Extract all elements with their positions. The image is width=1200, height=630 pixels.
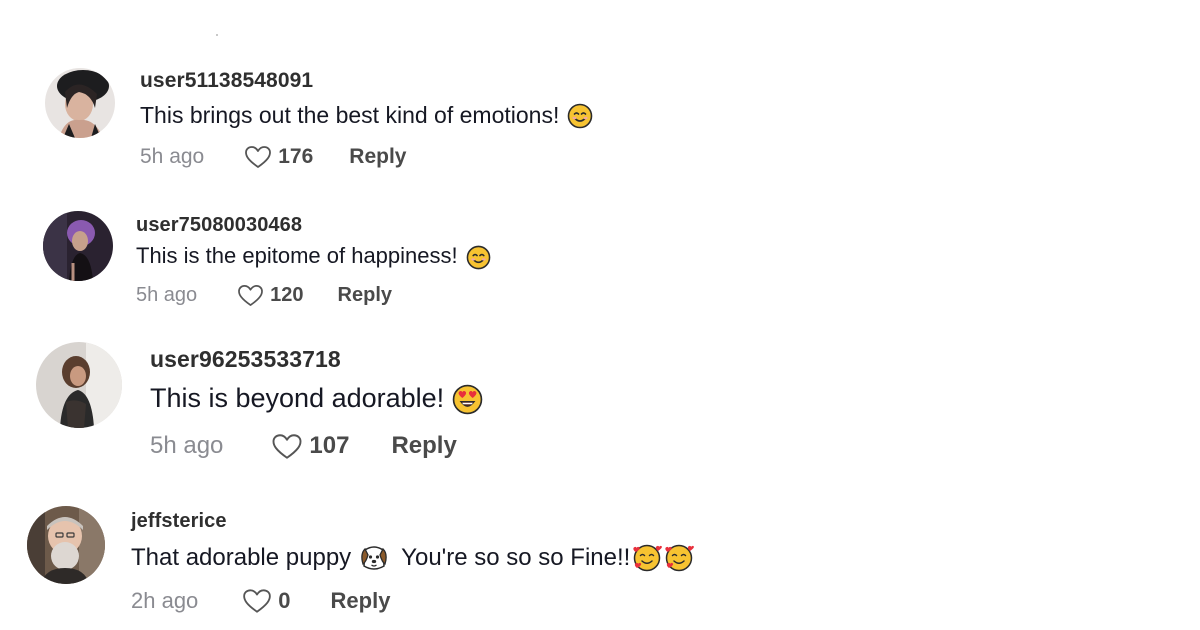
reply-button[interactable]: Reply — [338, 284, 392, 307]
like-count: 107 — [309, 432, 350, 459]
comment-meta: 5h ago 107 Reply — [150, 431, 457, 461]
avatar[interactable] — [36, 342, 122, 428]
smiling-face-emoji — [567, 103, 593, 129]
avatar-image — [43, 211, 113, 281]
comment-time: 5h ago — [140, 145, 205, 168]
avatar[interactable] — [45, 68, 115, 138]
stray-dot — [216, 34, 218, 36]
comment-username[interactable]: user96253533718 — [150, 346, 341, 373]
puppy-face-emoji — [359, 543, 389, 573]
reply-button[interactable]: Reply — [391, 432, 456, 460]
like-button[interactable]: 120 — [237, 283, 304, 307]
heart-icon — [245, 146, 272, 168]
heart-icon — [238, 284, 264, 306]
heart-icon — [272, 433, 302, 459]
comment-text: That adorable puppy You're so so so Fine… — [131, 542, 695, 574]
like-count: 0 — [278, 588, 291, 613]
smiling-face-emoji — [466, 245, 491, 270]
like-count: 176 — [278, 145, 314, 168]
reply-button[interactable]: Reply — [331, 588, 391, 614]
comment-text-body: That adorable puppy — [131, 544, 352, 571]
comment-time: 5h ago — [136, 283, 198, 306]
avatar[interactable] — [43, 211, 113, 281]
comment-meta: 5h ago 120 Reply — [136, 282, 392, 308]
avatar-image — [27, 506, 105, 584]
reply-button[interactable]: Reply — [349, 145, 406, 169]
like-count: 120 — [270, 283, 304, 306]
comment-meta: 2h ago 0 Reply — [131, 587, 390, 615]
avatar[interactable] — [27, 506, 105, 584]
comment-text: This is beyond adorable! — [150, 381, 483, 415]
like-button[interactable]: 107 — [271, 432, 349, 460]
comment-text-body-end: You're so so so Fine!! — [401, 544, 631, 571]
comment-username[interactable]: user75080030468 — [136, 214, 302, 237]
heart-icon — [243, 589, 272, 613]
comment-time: 5h ago — [150, 432, 224, 459]
like-button[interactable]: 176 — [244, 145, 313, 169]
avatar-image — [45, 68, 115, 138]
comment-username[interactable]: user51138548091 — [140, 69, 313, 93]
comment-text: This brings out the best kind of emotion… — [140, 100, 593, 130]
comment-text-body: This brings out the best kind of emotion… — [140, 101, 560, 128]
comment-meta: 5h ago 176 Reply — [140, 144, 406, 170]
comment-username[interactable]: jeffsterice — [131, 510, 227, 533]
smiling-hearts-emoji — [632, 543, 663, 573]
heart-eyes-emoji — [452, 384, 483, 415]
comment-text: This is the epitome of happiness! — [136, 241, 491, 271]
comment-text-body: This is beyond adorable! — [150, 382, 445, 413]
comment-text-body: This is the epitome of happiness! — [136, 243, 458, 268]
like-button[interactable]: 0 — [242, 588, 291, 614]
comment-time: 2h ago — [131, 588, 199, 613]
avatar-image — [36, 342, 122, 428]
smiling-hearts-emoji — [664, 543, 695, 573]
